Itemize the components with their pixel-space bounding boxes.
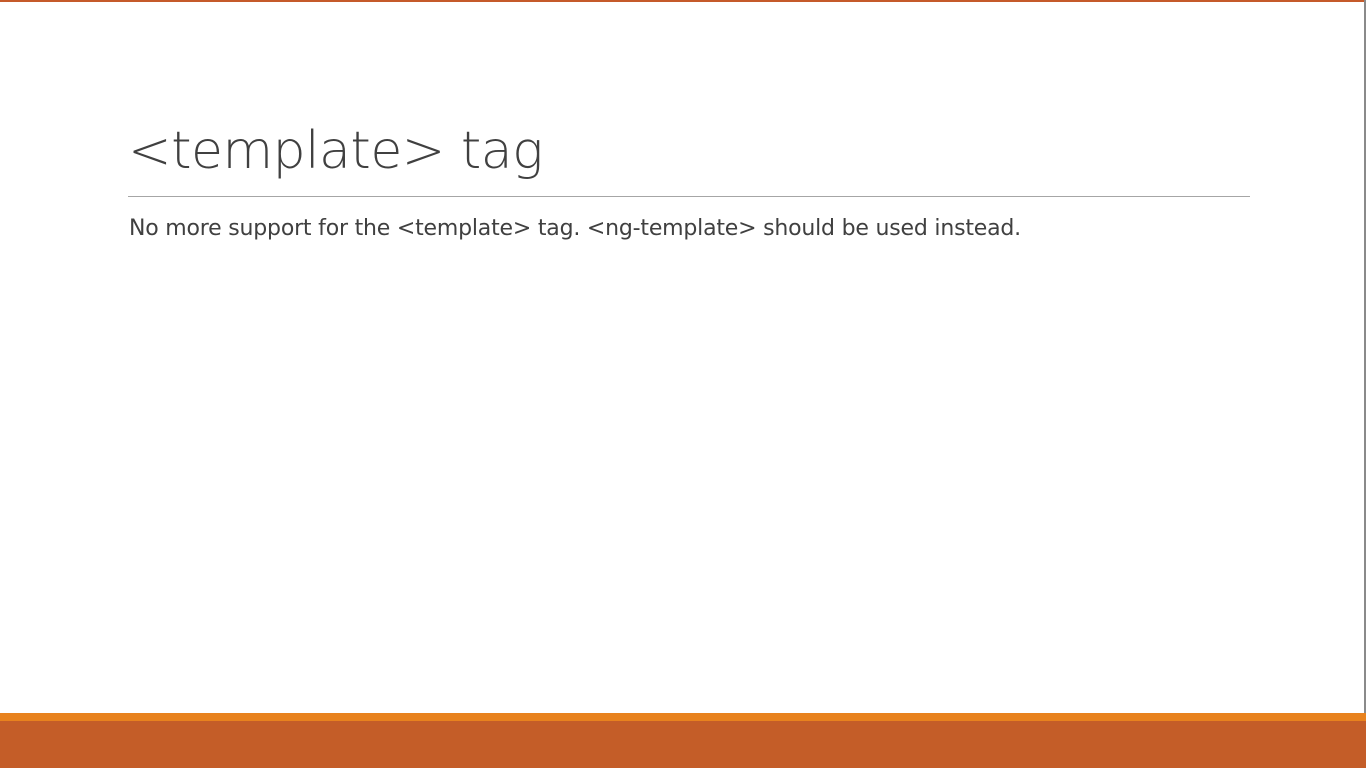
slide-top-border bbox=[0, 0, 1366, 2]
title-divider bbox=[128, 196, 1250, 197]
slide-body-text: No more support for the <template> tag. … bbox=[129, 216, 1021, 241]
slide-title: <template> tag bbox=[128, 121, 543, 181]
footer-accent-stripe bbox=[0, 713, 1366, 721]
footer-band bbox=[0, 721, 1366, 768]
presentation-slide: <template> tag No more support for the <… bbox=[0, 0, 1366, 768]
